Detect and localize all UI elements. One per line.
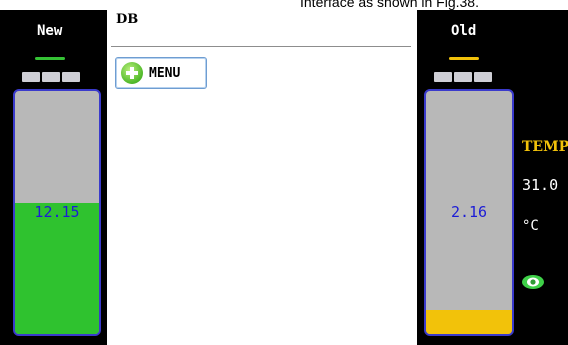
cap-segment xyxy=(62,72,80,82)
temp-unit: °C xyxy=(522,218,539,234)
new-indicator xyxy=(35,57,65,60)
old-battery-cap xyxy=(434,72,494,82)
caption-text: Interface as shown in Fig.38. xyxy=(300,0,479,10)
cap-segment xyxy=(434,72,452,82)
eye-icon[interactable] xyxy=(521,273,545,291)
old-label: Old xyxy=(451,23,477,39)
old-level-fill xyxy=(426,309,512,334)
temp-label: TEMP xyxy=(522,139,568,155)
cap-segment xyxy=(454,72,472,82)
old-level-bar: 2.16 xyxy=(424,89,514,336)
cap-segment xyxy=(474,72,492,82)
temp-value: 31.0 xyxy=(522,176,559,194)
new-level-fill xyxy=(15,202,99,334)
title-divider xyxy=(111,46,411,47)
new-battery-cap xyxy=(22,72,82,82)
menu-button-label: MENU xyxy=(149,65,181,81)
caption: Interface as shown in Fig.38. xyxy=(0,0,568,10)
page-title: DB xyxy=(116,12,139,27)
plus-icon xyxy=(121,62,143,84)
device-screen: New 12.15 DB MENU Old 2.16 TEMP 31.0 °C xyxy=(0,10,568,345)
cap-segment xyxy=(22,72,40,82)
new-level-value: 12.15 xyxy=(34,203,80,221)
old-level-value: 2.16 xyxy=(450,203,488,221)
new-label: New xyxy=(37,23,63,39)
old-indicator xyxy=(449,57,479,60)
center-panel: DB MENU xyxy=(107,10,417,345)
menu-button[interactable]: MENU xyxy=(115,57,207,89)
cap-segment xyxy=(42,72,60,82)
new-level-bar: 12.15 xyxy=(13,89,101,336)
